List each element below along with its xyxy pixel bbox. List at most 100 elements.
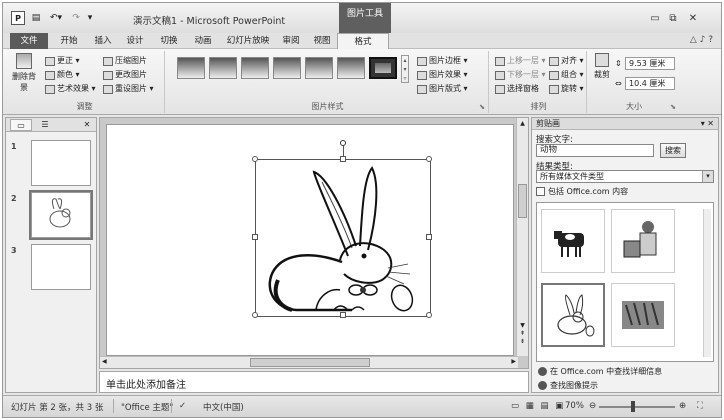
notes-pane[interactable]: 单击此处添加备注: [99, 371, 529, 393]
tab-animations[interactable]: 动画: [189, 33, 217, 49]
tab-view[interactable]: 视图: [309, 33, 335, 49]
restore-button[interactable]: ⧉: [667, 13, 679, 25]
picture-layout-button[interactable]: 图片版式 ▾: [417, 83, 468, 95]
minimize-button[interactable]: ▭: [649, 13, 661, 25]
slide-thumbnail-2[interactable]: [29, 190, 93, 240]
vertical-scrollbar[interactable]: ▲ ▼ ⇞ ⇟: [516, 118, 528, 356]
tab-slideshow[interactable]: 幻灯片放映: [225, 33, 271, 49]
color-button[interactable]: 颜色 ▾: [45, 69, 80, 81]
rotate-button[interactable]: 旋转 ▾: [549, 83, 584, 95]
picture-style-thumb[interactable]: [209, 57, 237, 79]
resize-handle[interactable]: [252, 156, 258, 162]
tab-design[interactable]: 设计: [121, 33, 149, 49]
resize-handle[interactable]: [340, 312, 346, 318]
chevron-down-icon[interactable]: ▾: [702, 171, 713, 182]
tab-review[interactable]: 审阅: [277, 33, 305, 49]
help-icon[interactable]: ♪ ?: [700, 35, 713, 45]
resize-handle[interactable]: [426, 156, 432, 162]
tab-insert[interactable]: 插入: [89, 33, 117, 49]
slide-canvas[interactable]: [106, 124, 514, 356]
theme-name[interactable]: "Office 主题": [121, 401, 173, 413]
hscroll-thumb[interactable]: [250, 358, 370, 367]
zoom-out-icon[interactable]: ⊖: [589, 401, 596, 411]
resize-handle[interactable]: [252, 312, 258, 318]
width-input[interactable]: 10.4 厘米: [625, 77, 675, 90]
clipart-result-rabbit[interactable]: [541, 283, 605, 347]
tab-slides[interactable]: ▭: [10, 119, 32, 131]
size-dialog-launcher-icon[interactable]: ⬊: [670, 103, 676, 111]
collapse-ribbon-icon[interactable]: △: [690, 35, 697, 45]
close-clipart-icon[interactable]: ▾ ✕: [701, 118, 714, 130]
scroll-thumb[interactable]: [518, 184, 527, 218]
picture-style-thumb[interactable]: [273, 57, 301, 79]
image-tips-link[interactable]: 查找图像提示: [538, 380, 598, 391]
rabbit-clipart-picture[interactable]: [252, 140, 432, 318]
artistic-effects-button[interactable]: 艺术效果 ▾: [45, 83, 96, 95]
clipart-result-tiger[interactable]: [611, 283, 675, 347]
tab-file[interactable]: 文件: [10, 33, 48, 49]
zoom-in-icon[interactable]: ⊕: [679, 401, 686, 411]
reset-picture-button[interactable]: 重设图片 ▾: [103, 83, 154, 95]
picture-style-thumb[interactable]: [177, 57, 205, 79]
height-input[interactable]: 9.53 厘米: [625, 57, 675, 70]
tab-home[interactable]: 开始: [55, 33, 83, 49]
tab-transitions[interactable]: 切换: [155, 33, 183, 49]
gallery-scroll[interactable]: ▴ ▾ ▿: [401, 55, 409, 83]
clipart-result-doctor[interactable]: [611, 209, 675, 273]
resize-handle[interactable]: [426, 312, 432, 318]
save-icon[interactable]: ▤: [30, 11, 42, 25]
view-buttons[interactable]: ▭ ▦ ▤ ▣: [511, 401, 565, 411]
send-backward-button[interactable]: 下移一层 ▾: [495, 69, 546, 81]
search-input[interactable]: 动物: [536, 144, 654, 157]
zoom-slider[interactable]: [599, 406, 675, 408]
picture-style-thumb-selected[interactable]: [369, 57, 397, 79]
group-button[interactable]: 组合 ▾: [549, 69, 584, 81]
resize-handle[interactable]: [426, 234, 432, 240]
clipart-result-cow[interactable]: [541, 209, 605, 273]
zoom-slider-thumb[interactable]: [631, 401, 635, 412]
include-office-checkbox[interactable]: [536, 187, 545, 196]
zoom-level[interactable]: 70%: [565, 401, 584, 411]
spellcheck-icon[interactable]: ✓: [179, 401, 186, 411]
change-picture-button[interactable]: 更改图片: [103, 69, 147, 81]
bring-forward-button[interactable]: 上移一层 ▾: [495, 55, 546, 67]
crop-button[interactable]: 裁剪: [591, 53, 613, 80]
corrections-button[interactable]: 更正 ▾: [45, 55, 80, 67]
ribbon: 删除背景 更正 ▾ 颜色 ▾ 艺术效果 ▾ 压缩图片 更改图片 重设图片 ▾ 调…: [3, 49, 721, 115]
picture-style-thumb[interactable]: [305, 57, 333, 79]
resize-handle[interactable]: [340, 156, 346, 162]
selection-pane-button[interactable]: 选择窗格: [495, 83, 539, 95]
office-link[interactable]: 在 Office.com 中查找详细信息: [538, 366, 662, 377]
scroll-up-icon[interactable]: ▲: [518, 120, 527, 127]
align-button[interactable]: 对齐 ▾: [549, 55, 584, 67]
qat-customize-icon[interactable]: ▾: [85, 11, 95, 25]
include-office-row[interactable]: 包括 Office.com 内容: [536, 186, 628, 197]
picture-style-thumb[interactable]: [337, 57, 365, 79]
search-button[interactable]: 搜索: [660, 143, 686, 158]
close-pane-icon[interactable]: ✕: [80, 119, 94, 131]
rotation-handle[interactable]: [340, 140, 346, 146]
results-scrollbar[interactable]: [703, 209, 711, 357]
fit-window-icon[interactable]: ⛶: [697, 401, 703, 411]
horizontal-scrollbar[interactable]: ◀ ▶: [100, 356, 518, 368]
tab-outline[interactable]: ☰: [34, 119, 56, 131]
app-icon[interactable]: P: [11, 11, 25, 25]
slide-thumbnail-3[interactable]: [31, 244, 91, 290]
scroll-nav-icons[interactable]: ▼ ⇞ ⇟: [518, 322, 527, 346]
language[interactable]: 中文(中国): [203, 401, 244, 413]
result-type-select[interactable]: 所有媒体文件类型 ▾: [536, 170, 714, 183]
picture-effects-button[interactable]: 图片效果 ▾: [417, 69, 468, 81]
scroll-left-icon[interactable]: ◀: [102, 358, 107, 365]
compress-pictures-button[interactable]: 压缩图片: [103, 55, 147, 67]
picture-border-button[interactable]: 图片边框 ▾: [417, 55, 468, 67]
picture-style-thumb[interactable]: [241, 57, 269, 79]
remove-background-button[interactable]: 删除背景: [9, 53, 39, 93]
slide-thumbnail-1[interactable]: [31, 140, 91, 186]
undo-icon[interactable]: ↶▾: [47, 11, 65, 25]
close-button[interactable]: ✕: [687, 13, 699, 25]
tab-format[interactable]: 格式: [337, 33, 389, 50]
scroll-right-icon[interactable]: ▶: [511, 358, 516, 365]
resize-handle[interactable]: [252, 234, 258, 240]
dialog-launcher-icon[interactable]: ⬊: [479, 103, 485, 111]
redo-icon[interactable]: ↷: [69, 11, 83, 25]
